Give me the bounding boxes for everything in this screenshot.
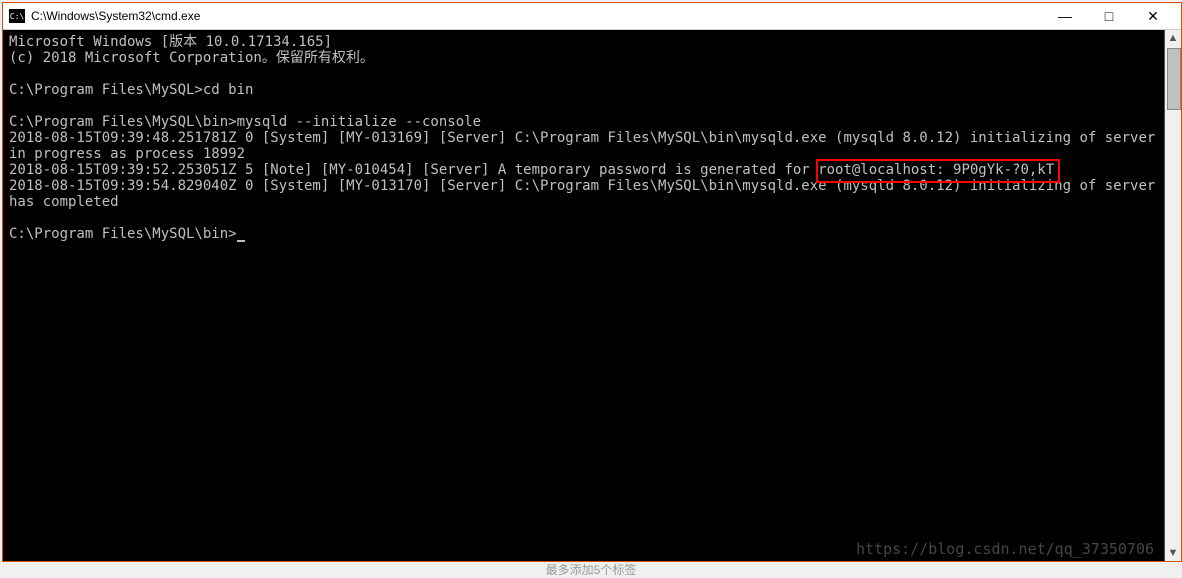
terminal-line: (c) 2018 Microsoft Corporation。保留所有权利。 [9, 50, 374, 66]
terminal-line: C:\Program Files\MySQL>cd bin [9, 82, 253, 98]
scroll-thumb[interactable] [1167, 48, 1181, 110]
cursor [237, 240, 245, 242]
terminal-line: 2018-08-15T09:39:54.829040Z 0 [System] [… [9, 178, 1164, 210]
terminal-line: 2018-08-15T09:39:48.251781Z 0 [System] [… [9, 130, 1164, 162]
terminal-prompt: C:\Program Files\MySQL\bin> [9, 226, 237, 242]
terminal-output[interactable]: Microsoft Windows [版本 10.0.17134.165] (c… [3, 30, 1164, 561]
window-title: C:\Windows\System32\cmd.exe [31, 9, 200, 23]
cmd-window: C:\ C:\Windows\System32\cmd.exe — □ ✕ Mi… [2, 2, 1182, 562]
close-button[interactable]: ✕ [1131, 3, 1175, 29]
titlebar[interactable]: C:\ C:\Windows\System32\cmd.exe — □ ✕ [3, 3, 1181, 30]
scroll-up-icon[interactable]: ▲ [1165, 30, 1181, 46]
footer-hint: 最多添加5个标签 [546, 561, 637, 578]
terminal-line: C:\Program Files\MySQL\bin>mysqld --init… [9, 114, 481, 130]
terminal-line: 2018-08-15T09:39:52.253051Z 5 [Note] [MY… [9, 162, 818, 178]
temp-password-text: root@localhost: 9P0gYk-?0,kT [818, 162, 1054, 178]
cmd-icon: C:\ [9, 9, 25, 23]
vertical-scrollbar[interactable]: ▲ ▼ [1164, 30, 1181, 561]
terminal-line: Microsoft Windows [版本 10.0.17134.165] [9, 34, 332, 50]
watermark: https://blog.csdn.net/qq_37350706 [856, 541, 1154, 557]
maximize-button[interactable]: □ [1087, 3, 1131, 29]
scroll-down-icon[interactable]: ▼ [1165, 545, 1181, 561]
window-controls: — □ ✕ [1043, 3, 1175, 29]
minimize-button[interactable]: — [1043, 3, 1087, 29]
